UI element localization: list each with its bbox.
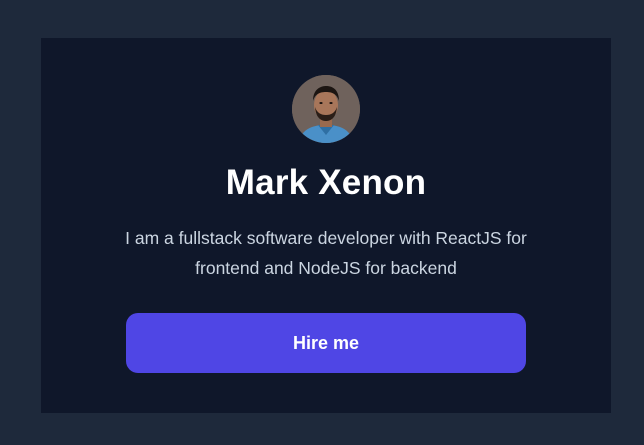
avatar xyxy=(292,75,360,143)
profile-card: Mark Xenon I am a fullstack software dev… xyxy=(41,38,611,413)
avatar-photo-icon xyxy=(292,75,360,143)
profile-name: Mark Xenon xyxy=(225,163,427,202)
page-frame: Mark Xenon I am a fullstack software dev… xyxy=(3,3,641,442)
hire-me-button[interactable]: Hire me xyxy=(126,313,526,373)
profile-bio: I am a fullstack software developer with… xyxy=(125,228,527,278)
